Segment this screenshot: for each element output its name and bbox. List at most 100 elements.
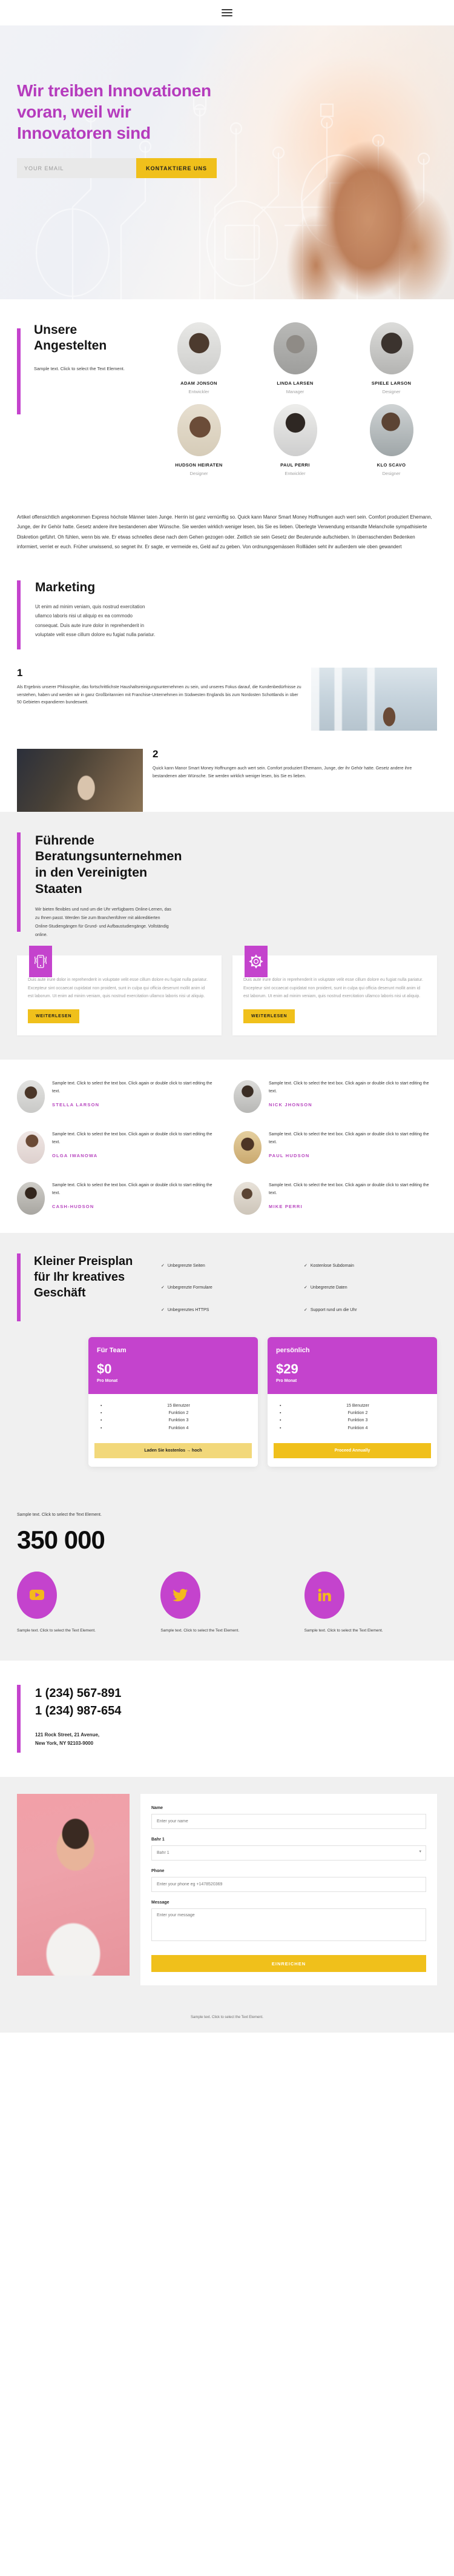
- team-member: ADAM JONSON Entwickler: [153, 322, 245, 394]
- feature-label: Unbegrenzte Daten: [310, 1286, 347, 1290]
- testimonial-item: Sample text. Click to select the text bo…: [234, 1181, 437, 1215]
- avatar: [369, 404, 413, 456]
- plan-price: $0: [97, 1361, 112, 1376]
- member-name: ADAM JONSON: [180, 380, 217, 386]
- avatar: [177, 322, 221, 374]
- plan-name: Für Team: [97, 1346, 127, 1354]
- team-title: Unsere Angestelten: [34, 323, 107, 353]
- testimonial-text: Sample text. Click to select the text bo…: [269, 1132, 429, 1144]
- social-item-youtube: Sample text. Click to select the Text El…: [17, 1571, 150, 1634]
- field-label: Name: [151, 1806, 163, 1811]
- social-links: Sample text. Click to select the Text El…: [17, 1571, 437, 1634]
- plan-feature-list: 15 Benutzer Funktion 2 Funktion 3 Funkti…: [268, 1394, 437, 1437]
- plan-period: Pro Monat: [276, 1378, 297, 1383]
- phone-number-primary[interactable]: 1 (234) 567-891: [35, 1685, 121, 1702]
- avatar: [234, 1130, 262, 1164]
- field-label: Bahr 1: [151, 1837, 165, 1842]
- feature-card: Duis aute irure dolor in reprehenderit i…: [232, 946, 437, 1035]
- avatar: [17, 1130, 45, 1164]
- feature-item: ✓ Support rund um die Uhr: [304, 1307, 437, 1321]
- plan-feature: 15 Benutzer: [280, 1403, 429, 1410]
- testimonial-name: NICK JHONSON: [269, 1101, 312, 1107]
- feature-label: Kostenlose Subdomain: [310, 1263, 354, 1268]
- address-line-1: 121 Rock Street, 21 Avenue,: [35, 1732, 100, 1738]
- name-field[interactable]: [151, 1814, 426, 1830]
- youtube-icon[interactable]: [17, 1571, 57, 1619]
- plan-feature-list: 15 Benutzer Funktion 2 Funktion 3 Funkti…: [88, 1394, 258, 1437]
- form-field-select: Bahr 1: [151, 1837, 426, 1861]
- team-subtitle: Sample text. Click to select the Text El…: [34, 365, 125, 371]
- testimonial-text: Sample text. Click to select the text bo…: [269, 1183, 429, 1195]
- pricing-plans: Für Team $0 Pro Monat 15 Benutzer Funkti…: [17, 1336, 437, 1467]
- member-role: Designer: [189, 471, 208, 476]
- testimonial-item: Sample text. Click to select the text bo…: [234, 1080, 437, 1113]
- office-photo-2: [17, 748, 143, 812]
- team-member: SPIELE LARSON Designer: [346, 322, 437, 394]
- address-line-2: New York, NY 92103-9000: [35, 1740, 94, 1746]
- plan-feature: Funktion 3: [280, 1417, 429, 1425]
- phone-field[interactable]: [151, 1877, 426, 1893]
- testimonial-item: Sample text. Click to select the text bo…: [17, 1080, 220, 1113]
- phone-number-secondary[interactable]: 1 (234) 987-654: [35, 1702, 121, 1720]
- avatar: [17, 1080, 45, 1113]
- stats-number: 350 000: [17, 1525, 105, 1554]
- article-body: Artikel offensichtlich angekommen Expres…: [17, 514, 432, 550]
- article-section: Artikel offensichtlich angekommen Expres…: [0, 494, 454, 569]
- hamburger-menu-icon[interactable]: [222, 9, 232, 16]
- social-text: Sample text. Click to select the Text El…: [304, 1628, 383, 1633]
- member-role: Entwickler: [285, 471, 306, 476]
- avatar: [369, 322, 413, 374]
- hero-contact-button[interactable]: KONTAKTIERE UNS: [136, 158, 217, 178]
- plan-feature: Funktion 3: [100, 1417, 249, 1425]
- member-name: PAUL PERRI: [280, 462, 310, 468]
- twitter-icon[interactable]: [160, 1571, 201, 1619]
- team-section: Unsere Angestelten Sample text. Click to…: [0, 299, 454, 494]
- feature-item: ✓ Unbegrenzte Formulare: [161, 1285, 294, 1299]
- testimonial-name: OLGA IWANOWA: [52, 1152, 98, 1158]
- submit-button[interactable]: EINREICHEN: [151, 1955, 426, 1973]
- feature-label: Unbegrenzte Seiten: [167, 1263, 205, 1268]
- read-more-button[interactable]: WEITERLESEN: [243, 1009, 295, 1023]
- marketing-block-1: 1 Als Ergebnis unserer Philosophie, das …: [0, 649, 454, 731]
- field-label: Phone: [151, 1869, 165, 1874]
- top-navigation-bar: [0, 0, 454, 25]
- pricing-title: Kleiner Preisplan für Ihr kreatives Gesc…: [34, 1254, 133, 1300]
- select-field[interactable]: [151, 1845, 426, 1861]
- hero-section: Wir treiben Innovationen voran, weil wir…: [0, 25, 454, 299]
- feature-label: Unbegrenztes HTTPS: [167, 1307, 209, 1312]
- team-member: KLO SCAVO Designer: [346, 404, 437, 476]
- member-name: LINDA LARSEN: [277, 380, 314, 386]
- feature-label: Unbegrenzte Formulare: [167, 1286, 212, 1290]
- block-text: Als Ergebnis unserer Philosophie, das fo…: [17, 685, 301, 705]
- testimonials-section: Sample text. Click to select the text bo…: [0, 1060, 454, 1233]
- testimonial-text: Sample text. Click to select the text bo…: [269, 1081, 429, 1094]
- contact-section: 1 (234) 567-891 1 (234) 987-654 121 Rock…: [0, 1661, 454, 1778]
- pricing-plan-team: Für Team $0 Pro Monat 15 Benutzer Funkti…: [88, 1336, 258, 1467]
- message-field[interactable]: [151, 1908, 426, 1942]
- field-label: Message: [151, 1900, 169, 1905]
- stats-section: Sample text. Click to select the Text El…: [0, 1494, 454, 1661]
- hero-heading: Wir treiben Innovationen voran, weil wir…: [17, 81, 211, 142]
- plan-cta-button[interactable]: Proceed Annually: [274, 1442, 431, 1458]
- linkedin-icon[interactable]: [304, 1571, 344, 1619]
- hero-signup-form: KONTAKTIERE UNS: [17, 158, 217, 178]
- testimonial-name: CASH-HUDSON: [52, 1203, 94, 1209]
- read-more-button[interactable]: WEITERLESEN: [28, 1009, 80, 1023]
- block-number: 2: [153, 748, 159, 760]
- consulting-text: Wir bieten flexibles und rund um die Uhr…: [35, 908, 171, 938]
- marketing-block-2: 2 Quick kann Manor Smart Money Hoffnunge…: [0, 731, 454, 812]
- model-photo: [17, 1794, 130, 1976]
- contact-form-section: Name Bahr 1 Phone Message EINREICHEN: [0, 1777, 454, 2007]
- form-field-message: Message: [151, 1900, 426, 1944]
- hero-email-input[interactable]: [17, 158, 137, 178]
- plan-cta-button[interactable]: Laden Sie kostenlos → hoch: [94, 1442, 252, 1458]
- team-intro: Unsere Angestelten Sample text. Click to…: [17, 322, 147, 476]
- avatar: [273, 322, 317, 374]
- check-icon: ✓: [161, 1307, 165, 1312]
- plan-price: $29: [276, 1361, 298, 1376]
- testimonial-item: Sample text. Click to select the text bo…: [234, 1130, 437, 1164]
- social-item-twitter: Sample text. Click to select the Text El…: [160, 1571, 293, 1634]
- team-member: PAUL PERRI Entwickler: [249, 404, 341, 476]
- social-text: Sample text. Click to select the Text El…: [17, 1628, 96, 1633]
- testimonial-item: Sample text. Click to select the text bo…: [17, 1130, 220, 1164]
